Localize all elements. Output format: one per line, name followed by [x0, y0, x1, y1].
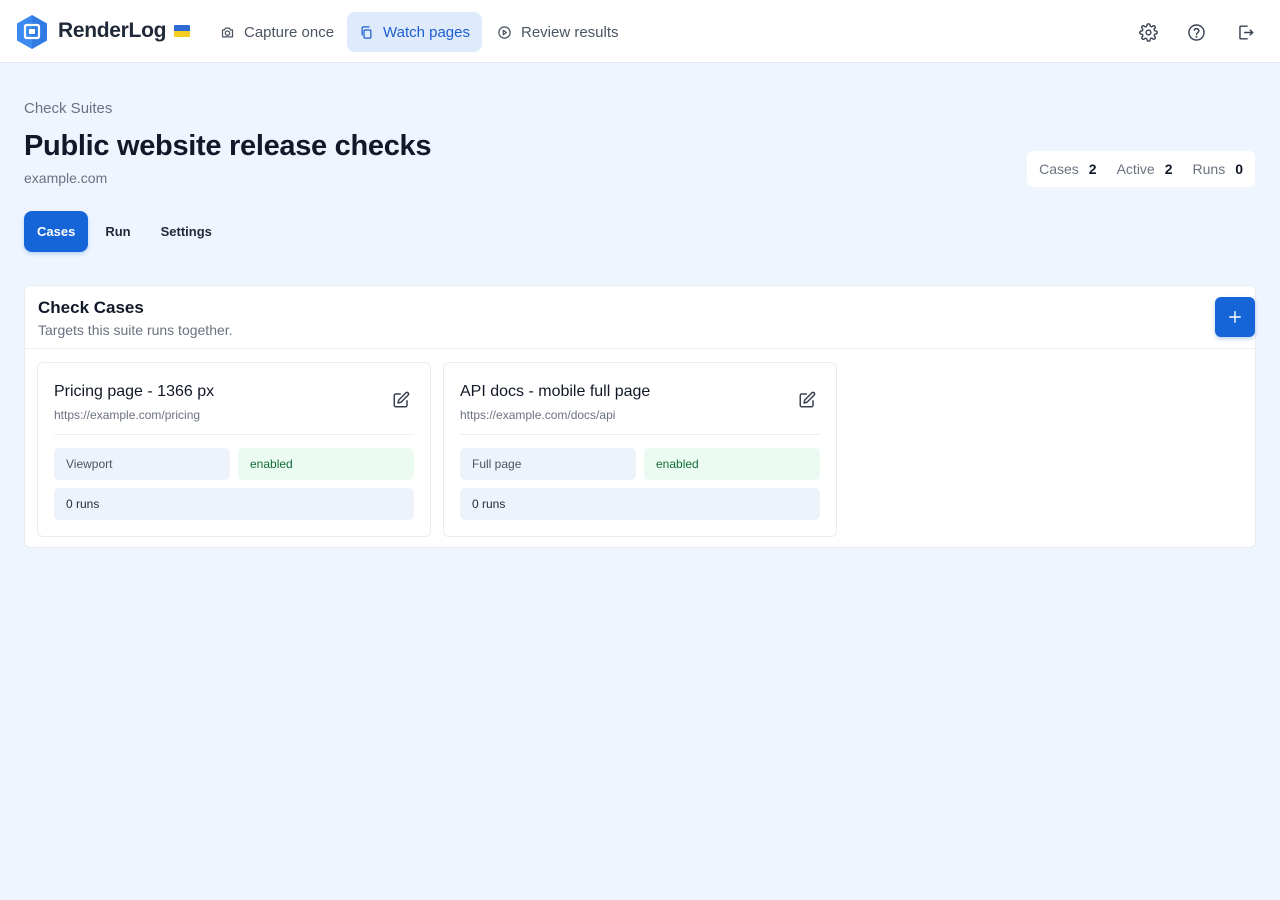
case-url: https://example.com/docs/api: [460, 408, 616, 422]
status-badge: enabled: [644, 448, 820, 480]
suite-stats: Cases 2 Active 2 Runs 0: [1027, 151, 1255, 187]
edit-icon[interactable]: [798, 391, 816, 409]
ukraine-flag-icon: [174, 25, 190, 37]
nav-watch-pages[interactable]: Watch pages: [347, 12, 482, 52]
tab-run[interactable]: Run: [92, 211, 143, 252]
stat-value: 2: [1088, 161, 1097, 177]
play-circle-icon: [498, 25, 511, 39]
panel-header: Check Cases Targets this suite runs toge…: [25, 286, 1255, 349]
suite-domain: example.com: [24, 170, 108, 186]
panel-title: Check Cases: [38, 298, 144, 317]
page-title: Public website release checks: [24, 130, 432, 162]
stat-label: Runs: [1192, 161, 1226, 177]
status-badge: enabled: [238, 448, 414, 480]
suite-tabs: Cases Run Settings: [24, 211, 229, 252]
camera-icon: [221, 27, 234, 37]
stat-cases: Cases 2: [1039, 161, 1096, 177]
stat-runs: Runs 0: [1193, 161, 1243, 177]
plus-icon: [1229, 311, 1241, 323]
edit-icon[interactable]: [392, 391, 410, 409]
stat-label: Cases: [1039, 161, 1079, 177]
renderlog-logo-icon[interactable]: [16, 14, 48, 50]
logout-icon[interactable]: [1233, 20, 1257, 44]
copy-icon: [361, 25, 372, 39]
case-card[interactable]: Pricing page - 1366 px https://example.c…: [37, 362, 431, 537]
help-icon[interactable]: [1184, 20, 1208, 44]
top-bar: RenderLog Capture once Watch pages Revie…: [0, 0, 1280, 63]
breadcrumb[interactable]: Check Suites: [24, 100, 112, 117]
settings-icon[interactable]: [1136, 20, 1160, 44]
stat-value: 2: [1164, 161, 1173, 177]
nav-label: Review results: [521, 23, 619, 41]
tab-settings[interactable]: Settings: [148, 211, 225, 252]
card-divider: [54, 434, 414, 435]
case-url: https://example.com/pricing: [54, 408, 201, 422]
card-divider: [460, 434, 820, 435]
nav-label: Watch pages: [383, 23, 470, 41]
check-cases-panel: Check Cases Targets this suite runs toge…: [24, 285, 1256, 548]
case-card[interactable]: API docs - mobile full page https://exam…: [443, 362, 837, 537]
add-case-button[interactable]: [1215, 297, 1255, 337]
run-count: 0 runs: [460, 488, 820, 520]
stat-active: Active 2: [1117, 161, 1173, 177]
case-title: API docs - mobile full page: [460, 383, 651, 400]
tab-cases[interactable]: Cases: [24, 211, 89, 252]
nav-capture-once[interactable]: Capture once: [208, 12, 346, 52]
run-count: 0 runs: [54, 488, 414, 520]
case-title: Pricing page - 1366 px: [54, 383, 215, 400]
panel-subtitle: Targets this suite runs together.: [38, 322, 233, 338]
nav-review-results[interactable]: Review results: [485, 12, 631, 52]
nav-label: Capture once: [244, 23, 335, 41]
brand-name[interactable]: RenderLog: [58, 19, 166, 43]
capture-mode-badge: Viewport: [54, 448, 230, 480]
stat-label: Active: [1116, 161, 1155, 177]
capture-mode-badge: Full page: [460, 448, 636, 480]
stat-value: 0: [1235, 161, 1243, 177]
